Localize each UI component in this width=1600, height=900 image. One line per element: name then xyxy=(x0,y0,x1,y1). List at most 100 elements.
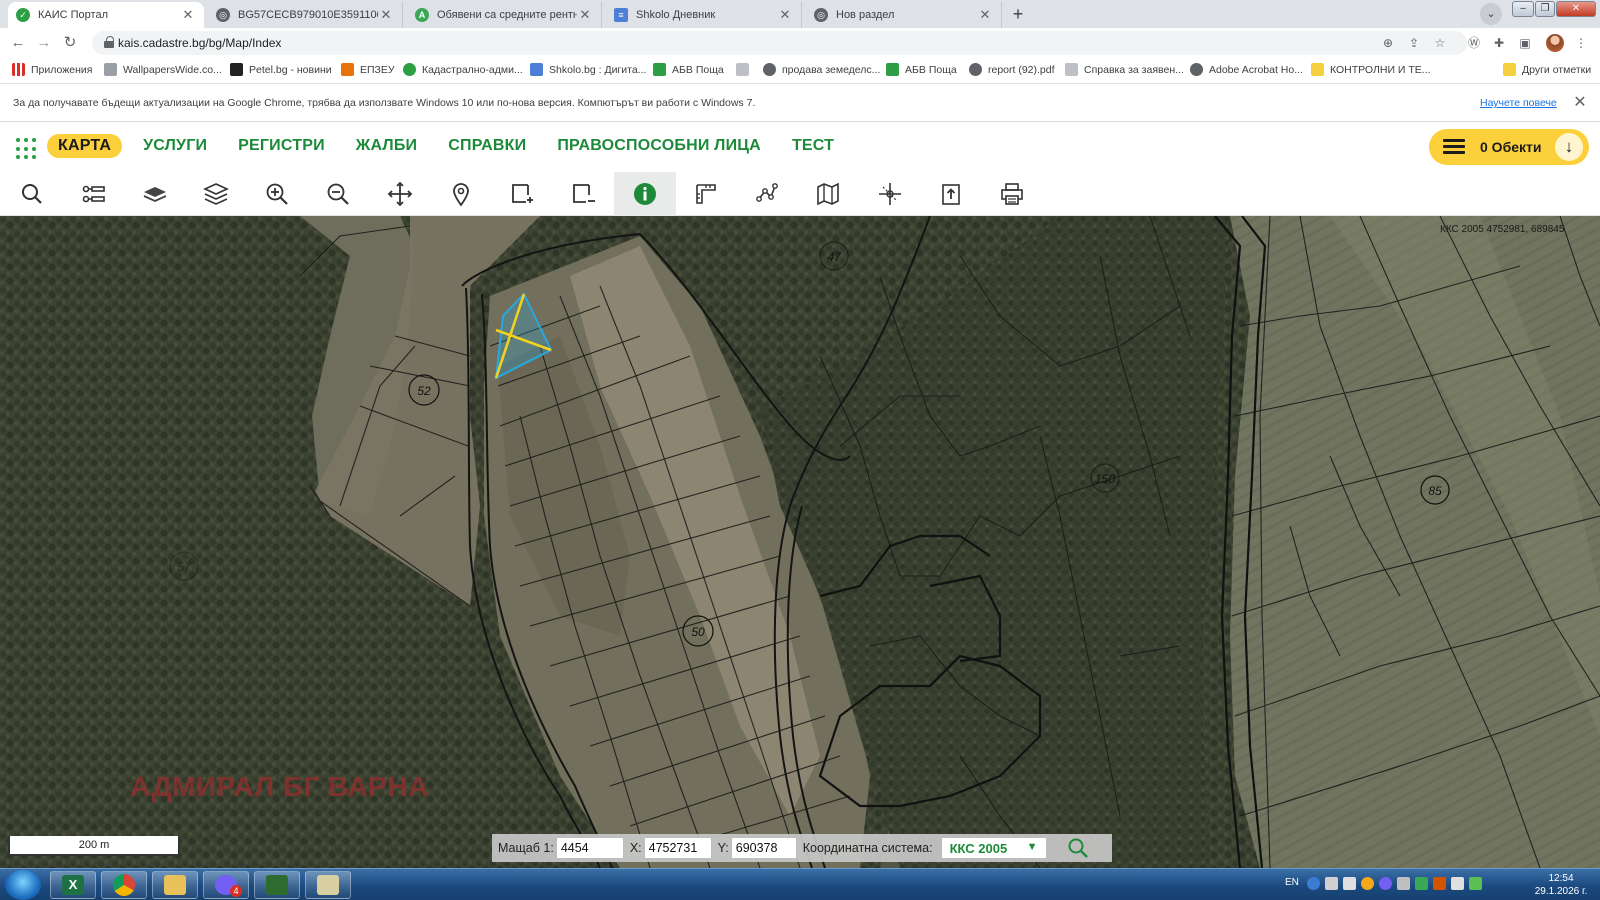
taskbar-calculator[interactable] xyxy=(254,871,300,899)
close-icon[interactable]: ✕ xyxy=(180,7,196,23)
menu-item-complaints[interactable]: ЖАЛБИ xyxy=(356,134,417,158)
taskbar-viber[interactable]: 4 xyxy=(203,871,249,899)
extension-w-icon[interactable]: Ⓦ xyxy=(1465,34,1483,52)
back-icon[interactable]: ← xyxy=(8,33,28,53)
start-button[interactable] xyxy=(5,870,41,900)
display-icon[interactable] xyxy=(1450,877,1464,890)
close-icon[interactable]: ✕ xyxy=(378,7,394,23)
y-coordinate-input[interactable] xyxy=(730,837,797,859)
language-indicator[interactable]: EN xyxy=(1285,877,1299,890)
tab-search-icon[interactable]: ⌄ xyxy=(1480,3,1502,25)
tool-print[interactable] xyxy=(981,172,1043,216)
menu-item-registers[interactable]: РЕГИСТРИ xyxy=(238,134,325,158)
bookmark-petel[interactable]: Petel.bg - новини xyxy=(230,63,332,76)
tool-info[interactable] xyxy=(614,172,676,216)
maximize-button[interactable]: ❐ xyxy=(1535,1,1555,17)
zoom-icon[interactable]: ⊕ xyxy=(1379,34,1397,52)
forward-icon[interactable]: → xyxy=(34,33,54,53)
profile-avatar[interactable] xyxy=(1546,34,1564,52)
close-icon[interactable]: ✕ xyxy=(577,7,593,23)
coordinates-icon xyxy=(879,183,901,205)
bookmark-report[interactable]: report (92).pdf xyxy=(969,63,1055,76)
bookmark-epzeu[interactable]: ЕПЗЕУ xyxy=(341,63,395,76)
close-icon[interactable]: ✕ xyxy=(977,7,993,23)
tool-coordinates[interactable] xyxy=(859,172,921,216)
taskbar-excel[interactable]: X xyxy=(50,871,96,899)
bookmark-adobe[interactable]: Adobe Acrobat Ho... xyxy=(1190,63,1303,76)
update-icon[interactable] xyxy=(1360,877,1374,890)
tool-search[interactable] xyxy=(1,172,63,216)
extensions-puzzle-icon[interactable]: ✚ xyxy=(1490,34,1508,52)
tool-map[interactable] xyxy=(797,172,859,216)
tab-pdf[interactable]: ◎ BG57CECB979010E3591100_2026 ✕ xyxy=(208,2,403,28)
bookmark-prodava[interactable]: продава земеделс... xyxy=(763,63,880,76)
bookmark-spravka[interactable]: Справка за заявен... xyxy=(1065,63,1184,76)
menu-item-licensed-persons[interactable]: ПРАВОСПОСОБНИ ЛИЦА xyxy=(557,134,761,158)
settings-icon[interactable] xyxy=(1324,877,1338,890)
system-clock[interactable]: 12:54 29.1.2026 г. xyxy=(1528,872,1594,898)
map-canvas[interactable]: 52 47 150 85 50 57 ККС 2005 4752981, 689… xyxy=(0,216,1600,868)
taskbar-chrome[interactable] xyxy=(101,871,147,899)
coordinate-system-select[interactable]: ККС 2005 ▼ xyxy=(940,837,1047,859)
help-icon[interactable] xyxy=(1306,877,1320,890)
tool-tree[interactable] xyxy=(63,172,125,216)
lock-icon[interactable] xyxy=(104,36,114,49)
new-tab-button[interactable]: + xyxy=(1006,3,1030,25)
share-icon[interactable]: ⇪ xyxy=(1405,34,1423,52)
tab-kais[interactable]: ✓ КАИС Портал ✕ xyxy=(8,2,204,28)
menu-item-services[interactable]: УСЛУГИ xyxy=(143,134,207,158)
viber-tray-icon[interactable] xyxy=(1378,877,1392,890)
network-icon[interactable] xyxy=(1396,877,1410,890)
arrow-down-icon[interactable]: ↓ xyxy=(1555,133,1583,161)
bookmark-page[interactable] xyxy=(736,63,755,76)
bookmark-abv[interactable]: АБВ Поща xyxy=(653,63,724,76)
bookmark-kontrolni[interactable]: КОНТРОЛНИ И ТЕ... xyxy=(1311,63,1431,76)
bookmark-other[interactable]: Други отметки xyxy=(1503,63,1591,76)
scale-input[interactable] xyxy=(555,837,624,859)
zoom-in-icon xyxy=(266,183,288,205)
close-icon[interactable]: ✕ xyxy=(777,7,793,23)
bookmark-star-icon[interactable]: ☆ xyxy=(1431,34,1449,52)
tool-add-area[interactable] xyxy=(491,172,553,216)
tool-zoom-in[interactable] xyxy=(246,172,308,216)
tool-remove-area[interactable] xyxy=(552,172,614,216)
flag-icon[interactable] xyxy=(1468,877,1482,890)
security-icon[interactable] xyxy=(1414,877,1428,890)
bookmark-shkolo[interactable]: Shkolo.bg : Дигита... xyxy=(530,63,646,76)
tool-polyline[interactable] xyxy=(736,172,798,216)
taskbar-explorer[interactable] xyxy=(152,871,198,899)
tool-marker[interactable] xyxy=(430,172,492,216)
volume-icon[interactable] xyxy=(1342,877,1356,890)
x-coordinate-input[interactable] xyxy=(643,837,712,859)
url-text[interactable]: kais.cadastre.bg/bg/Map/Index xyxy=(118,36,281,50)
tool-zoom-out[interactable] xyxy=(307,172,369,216)
apps-grid-icon[interactable] xyxy=(16,138,38,160)
menu-item-test[interactable]: ТЕСТ xyxy=(792,134,834,158)
menu-dots-icon[interactable]: ⋮ xyxy=(1572,34,1590,52)
side-panel-icon[interactable]: ▣ xyxy=(1516,34,1534,52)
close-icon[interactable]: ✕ xyxy=(1570,92,1590,112)
bookmark-cadastre[interactable]: Кадастрално-адми... xyxy=(403,63,523,76)
minimize-button[interactable]: – xyxy=(1512,1,1534,17)
tab-new[interactable]: ◎ Нов раздел ✕ xyxy=(806,2,1002,28)
tab-shkolo[interactable]: ≡ Shkolo Дневник ✕ xyxy=(606,2,802,28)
tool-layers[interactable] xyxy=(185,172,247,216)
bookmark-wallpaperswide[interactable]: WallpapersWide.co... xyxy=(104,63,222,76)
close-window-button[interactable]: ✕ xyxy=(1556,1,1596,17)
tab-rent[interactable]: A Обявени са средните рентни п ✕ xyxy=(407,2,602,28)
tool-pan[interactable] xyxy=(369,172,431,216)
address-bar[interactable]: kais.cadastre.bg/bg/Map/Index ⊕ ⇪ ☆ xyxy=(92,31,1467,55)
tool-measure[interactable] xyxy=(675,172,737,216)
tool-export[interactable] xyxy=(920,172,982,216)
learn-more-link[interactable]: Научете повече xyxy=(1480,97,1557,109)
bookmark-apps[interactable]: Приложения xyxy=(12,63,92,76)
menu-item-references[interactable]: СПРАВКИ xyxy=(448,134,526,158)
reload-icon[interactable]: ↻ xyxy=(60,33,80,53)
bookmark-abv-2[interactable]: АБВ Поща xyxy=(886,63,957,76)
tool-layer[interactable] xyxy=(124,172,186,216)
app-tray-icon[interactable] xyxy=(1432,877,1446,890)
taskbar-paint[interactable] xyxy=(305,871,351,899)
locate-coordinates-button[interactable] xyxy=(1065,837,1091,859)
menu-item-map[interactable]: КАРТА xyxy=(47,134,123,158)
objects-button[interactable]: 0 Обекти ↓ xyxy=(1429,129,1589,165)
